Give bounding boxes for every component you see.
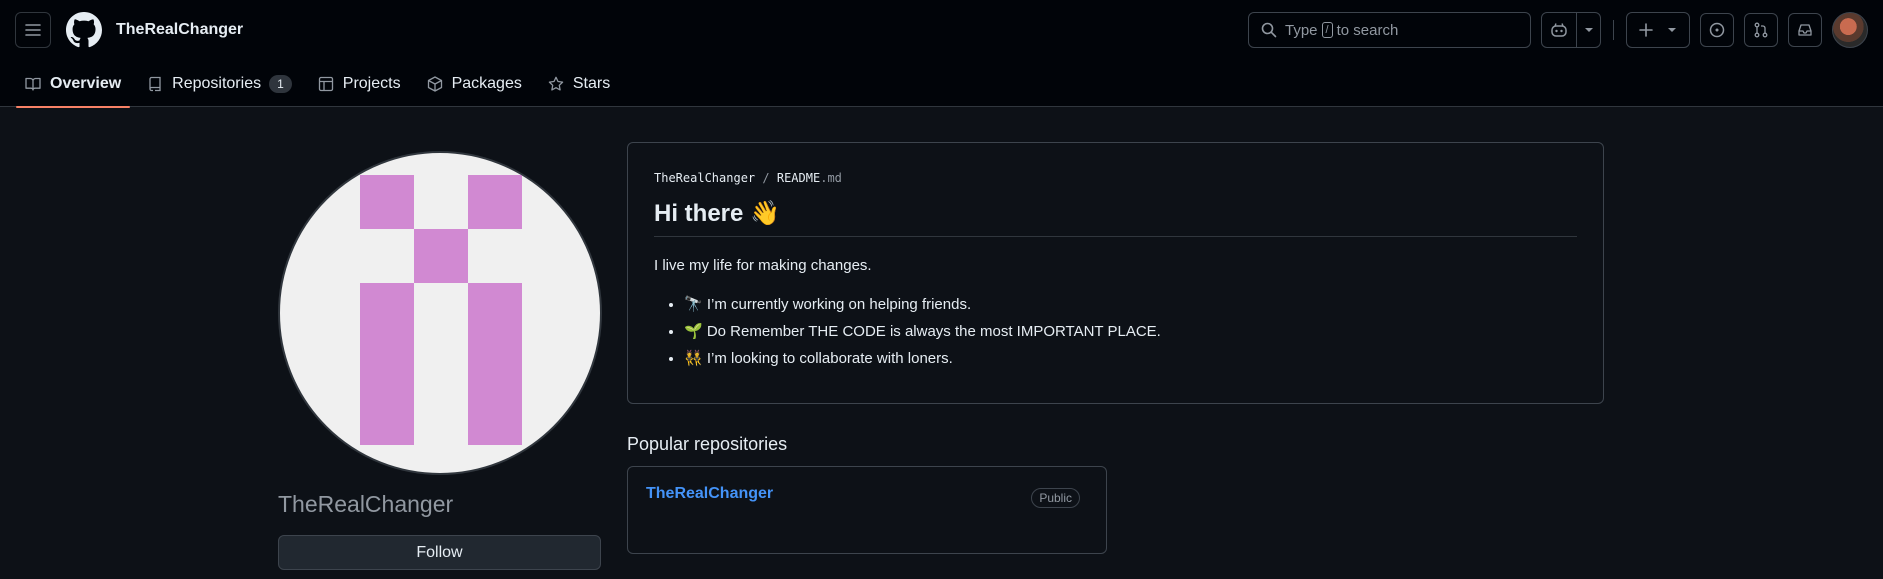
readme-file-name: README	[776, 171, 821, 185]
avatar-pixel	[360, 283, 414, 445]
search-suffix: to search	[1336, 21, 1399, 39]
tab-label: Overview	[50, 74, 122, 92]
tab-stars[interactable]: Stars	[539, 60, 619, 107]
profile-tabs: Overview Repositories 1 Projects Package…	[0, 60, 1883, 108]
table-icon	[318, 76, 333, 91]
tab-label: Packages	[451, 74, 522, 92]
inbox-icon	[1798, 24, 1812, 36]
profile-username: TheRealChanger	[278, 491, 454, 517]
breadcrumb-separator: /	[762, 171, 770, 185]
avatar-pixel	[468, 283, 522, 445]
inbox-button[interactable]	[1788, 13, 1822, 47]
readme-intro: I live my life for making changes.	[654, 257, 872, 274]
triangle-down-icon	[1668, 28, 1676, 32]
tab-repositories[interactable]: Repositories 1	[138, 60, 301, 107]
create-button-group[interactable]	[1626, 12, 1690, 48]
search-prefix: Type	[1285, 21, 1318, 39]
readme-list-item: 🌱 Do Remember THE CODE is always the mos…	[684, 318, 1577, 345]
divider	[1613, 20, 1614, 40]
follow-button[interactable]: Follow	[278, 535, 601, 570]
repo-icon	[149, 76, 161, 91]
repo-card: TheRealChanger Public	[627, 466, 1107, 554]
readme-list: 🔭 I’m currently working on helping frien…	[654, 291, 1577, 372]
readme-list-item: 👯 I’m looking to collaborate with loners…	[684, 345, 1577, 372]
avatar-pixel	[414, 229, 468, 283]
tab-label: Stars	[572, 74, 611, 92]
readme-card: TheRealChanger / README.md Hi there 👋 I …	[627, 142, 1604, 404]
readme-heading: Hi there 👋	[654, 199, 1577, 237]
user-avatar-button[interactable]	[1832, 12, 1868, 48]
tab-overview[interactable]: Overview	[16, 60, 131, 108]
copilot-button[interactable]	[1542, 13, 1576, 47]
top-bar: TheRealChanger Type / to search	[0, 0, 1883, 60]
package-icon	[427, 75, 442, 92]
tab-label: Repositories	[172, 74, 262, 92]
tab-packages[interactable]: Packages	[418, 60, 531, 107]
git-pull-request-icon	[1754, 22, 1768, 38]
hamburger-icon	[25, 24, 41, 36]
readme-breadcrumb: TheRealChanger / README.md	[654, 171, 1577, 185]
pull-requests-button[interactable]	[1744, 13, 1778, 47]
readme-file-link[interactable]: README.md	[777, 171, 842, 185]
triangle-down-icon	[1584, 28, 1593, 32]
repositories-count-badge: 1	[269, 74, 292, 93]
search-input[interactable]: Type / to search	[1248, 12, 1531, 48]
readme-owner-link[interactable]: TheRealChanger	[654, 171, 755, 185]
readme-list-item: 🔭 I’m currently working on helping frien…	[684, 291, 1577, 318]
create-new-button[interactable]	[1627, 13, 1689, 47]
repo-link[interactable]: TheRealChanger	[646, 485, 773, 502]
issue-opened-icon	[1709, 22, 1725, 38]
menu-button[interactable]	[15, 12, 51, 48]
tab-label: Projects	[342, 74, 401, 92]
search-icon	[1261, 22, 1277, 38]
app-title[interactable]: TheRealChanger	[116, 21, 243, 39]
avatar-pixel	[468, 175, 522, 229]
search-shortcut-key: /	[1321, 22, 1333, 38]
plus-icon	[1639, 23, 1653, 37]
issues-button[interactable]	[1700, 13, 1734, 47]
copilot-icon	[1551, 23, 1567, 37]
github-logo-icon[interactable]	[66, 12, 102, 48]
profile-avatar[interactable]	[278, 151, 602, 475]
copilot-button-group	[1541, 12, 1601, 48]
app-header: TheRealChanger Type / to search Overview…	[0, 0, 1883, 108]
profile-main: TheRealChanger Follow TheRealChanger / R…	[0, 107, 1883, 579]
avatar-pixel	[360, 175, 414, 229]
copilot-dropdown-button[interactable]	[1576, 13, 1600, 47]
tab-projects[interactable]: Projects	[309, 60, 410, 107]
star-icon	[548, 76, 564, 91]
popular-repositories-title: Popular repositories	[627, 434, 788, 454]
visibility-badge: Public	[1031, 488, 1080, 508]
top-right-actions: Type / to search	[1248, 12, 1868, 48]
book-icon	[25, 77, 41, 91]
readme-file-ext: .md	[820, 171, 842, 185]
